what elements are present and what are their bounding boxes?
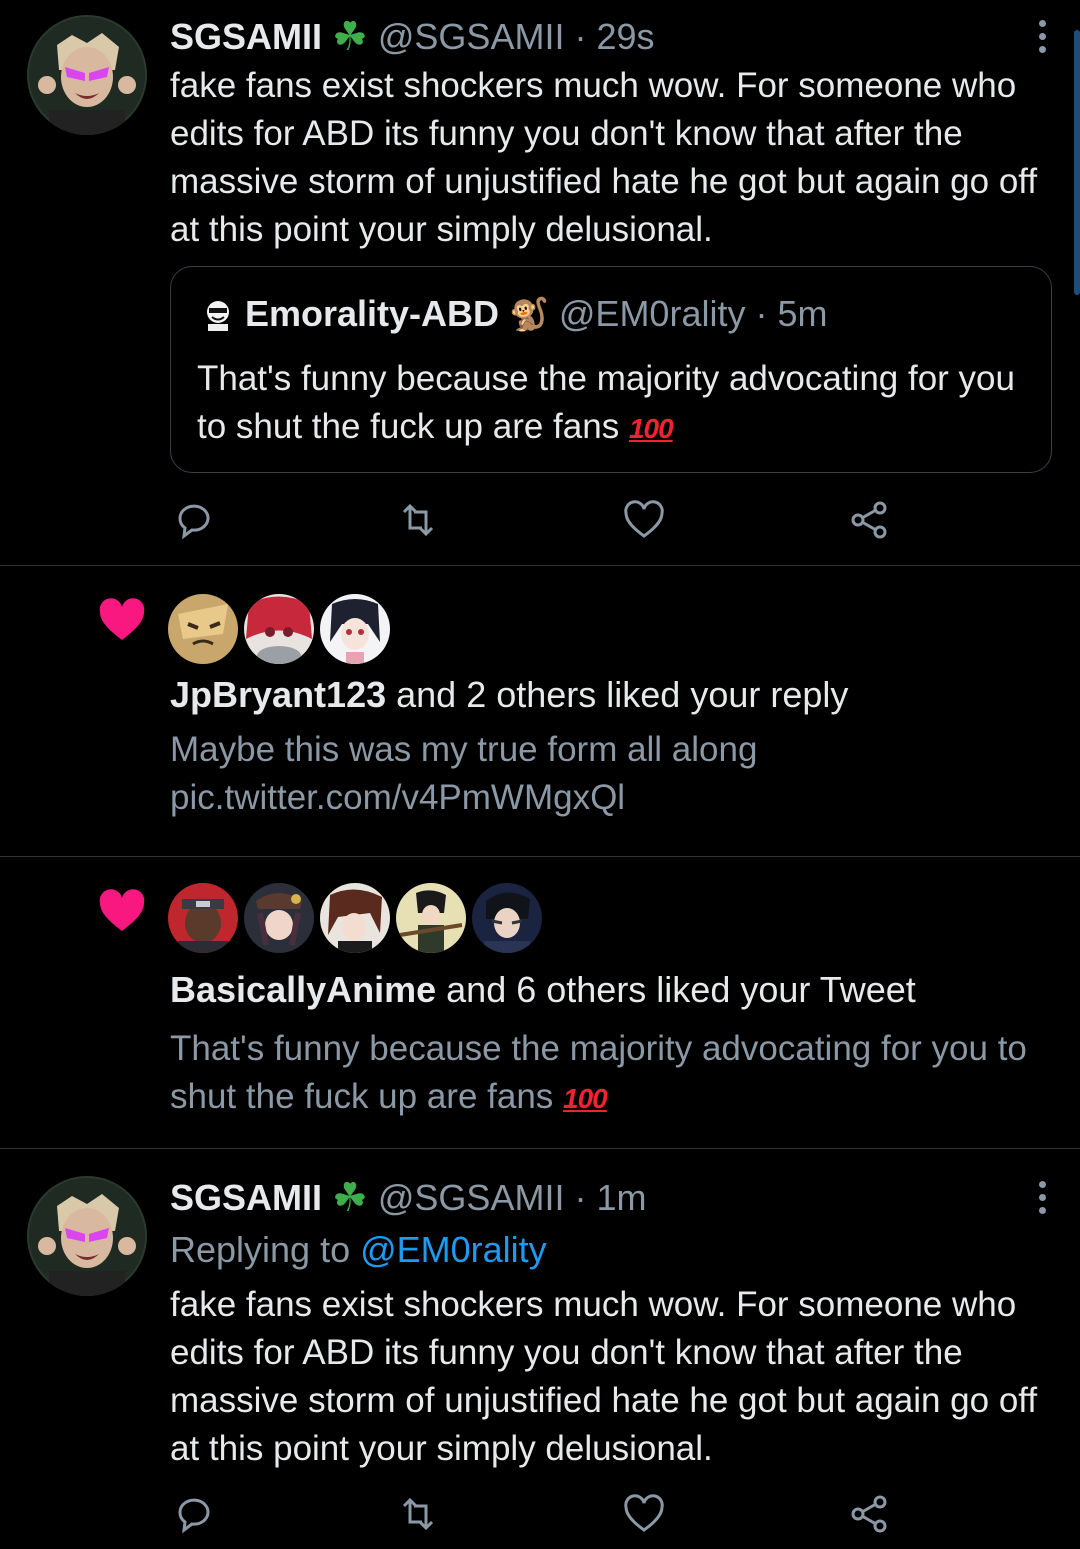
handle[interactable]: @SGSAMII	[378, 1177, 565, 1219]
avatar[interactable]	[320, 883, 390, 953]
quote-display-name[interactable]: Emorality-ABD	[245, 293, 499, 335]
heart-icon	[99, 598, 145, 640]
avatar[interactable]	[472, 883, 542, 953]
avatar[interactable]	[27, 1176, 147, 1296]
action-bar	[170, 498, 890, 542]
share-icon[interactable]	[848, 1492, 892, 1536]
clover-badge-icon: ☘	[332, 15, 368, 59]
like-notification-1[interactable]: JpBryant123 and 2 others liked your repl…	[0, 566, 1080, 857]
reply-icon[interactable]	[172, 1492, 216, 1536]
tweet-text: fake fans exist shockers much wow. For s…	[170, 66, 1038, 249]
quoted-tweet[interactable]: Emorality-ABD 🐒 @EM0rality · 5m That's f…	[170, 266, 1052, 473]
liker-avatars	[168, 594, 390, 666]
actor-name[interactable]: JpBryant123	[170, 674, 386, 715]
retweet-icon[interactable]	[396, 498, 440, 542]
separator-dot: ·	[755, 293, 768, 334]
replying-handle-link[interactable]: @EM0rality	[360, 1229, 547, 1271]
handle[interactable]: @SGSAMII	[378, 16, 565, 58]
tweet-text: fake fans exist shockers much wow. For s…	[170, 1285, 1038, 1468]
replying-prefix: Replying to	[170, 1229, 351, 1270]
replying-to: Replying to @EM0rality	[170, 1229, 547, 1271]
action-bar	[170, 1492, 890, 1536]
separator-dot: ·	[574, 16, 587, 57]
like-icon[interactable]	[622, 1492, 666, 1536]
timestamp[interactable]: 1m	[596, 1177, 646, 1219]
notification-preview: That's funny because the majority advoca…	[170, 1025, 1050, 1123]
notification-title: BasicallyAnime and 6 others liked your T…	[170, 969, 916, 1011]
share-icon[interactable]	[848, 498, 892, 542]
quote-handle[interactable]: @EM0rality	[559, 293, 746, 335]
notification-action-text: and 2 others liked your reply	[396, 674, 849, 715]
separator-dot: ·	[574, 1177, 587, 1218]
actor-name[interactable]: BasicallyAnime	[170, 969, 436, 1010]
timestamp[interactable]: 29s	[596, 16, 654, 58]
avatar[interactable]	[244, 594, 314, 664]
notification-action-text: and 6 others liked your Tweet	[446, 969, 916, 1010]
hundred-points-icon: 100	[628, 413, 674, 444]
hundred-points-icon: 100	[563, 1083, 608, 1114]
avatar[interactable]	[168, 883, 238, 953]
display-name[interactable]: SGSAMII	[170, 16, 322, 58]
avatar[interactable]	[320, 594, 390, 664]
avatar[interactable]	[244, 883, 314, 953]
heart-icon	[99, 889, 145, 931]
preview-line: Maybe this was my true form all along	[170, 730, 758, 769]
quote-text: That's funny because the majority advoca…	[197, 359, 1015, 446]
more-icon[interactable]	[1036, 20, 1048, 53]
tweet-2[interactable]: SGSAMII ☘ @SGSAMII · 1m Replying to @EM0…	[0, 1149, 1080, 1549]
like-icon[interactable]	[622, 498, 666, 542]
avatar[interactable]	[27, 15, 147, 135]
notification-preview: Maybe this was my true form all along pi…	[170, 726, 1050, 822]
liker-avatars	[168, 883, 542, 955]
reply-icon[interactable]	[172, 498, 216, 542]
preview-link[interactable]: pic.twitter.com/v4PmWMgxQl	[170, 774, 1050, 822]
quote-avatar	[201, 297, 235, 331]
notification-title: JpBryant123 and 2 others liked your repl…	[170, 674, 848, 716]
avatar[interactable]	[396, 883, 466, 953]
like-notification-2[interactable]: BasicallyAnime and 6 others liked your T…	[0, 857, 1080, 1149]
tweet-1[interactable]: SGSAMII ☘ @SGSAMII · 29s fake fans exist…	[0, 0, 1080, 566]
retweet-icon[interactable]	[396, 1492, 440, 1536]
quote-timestamp[interactable]: 5m	[777, 293, 827, 335]
display-name[interactable]: SGSAMII	[170, 1177, 322, 1219]
monkey-badge-icon: 🐒	[509, 296, 549, 332]
avatar[interactable]	[168, 594, 238, 664]
more-icon[interactable]	[1036, 1181, 1048, 1214]
clover-badge-icon: ☘	[332, 1176, 368, 1220]
